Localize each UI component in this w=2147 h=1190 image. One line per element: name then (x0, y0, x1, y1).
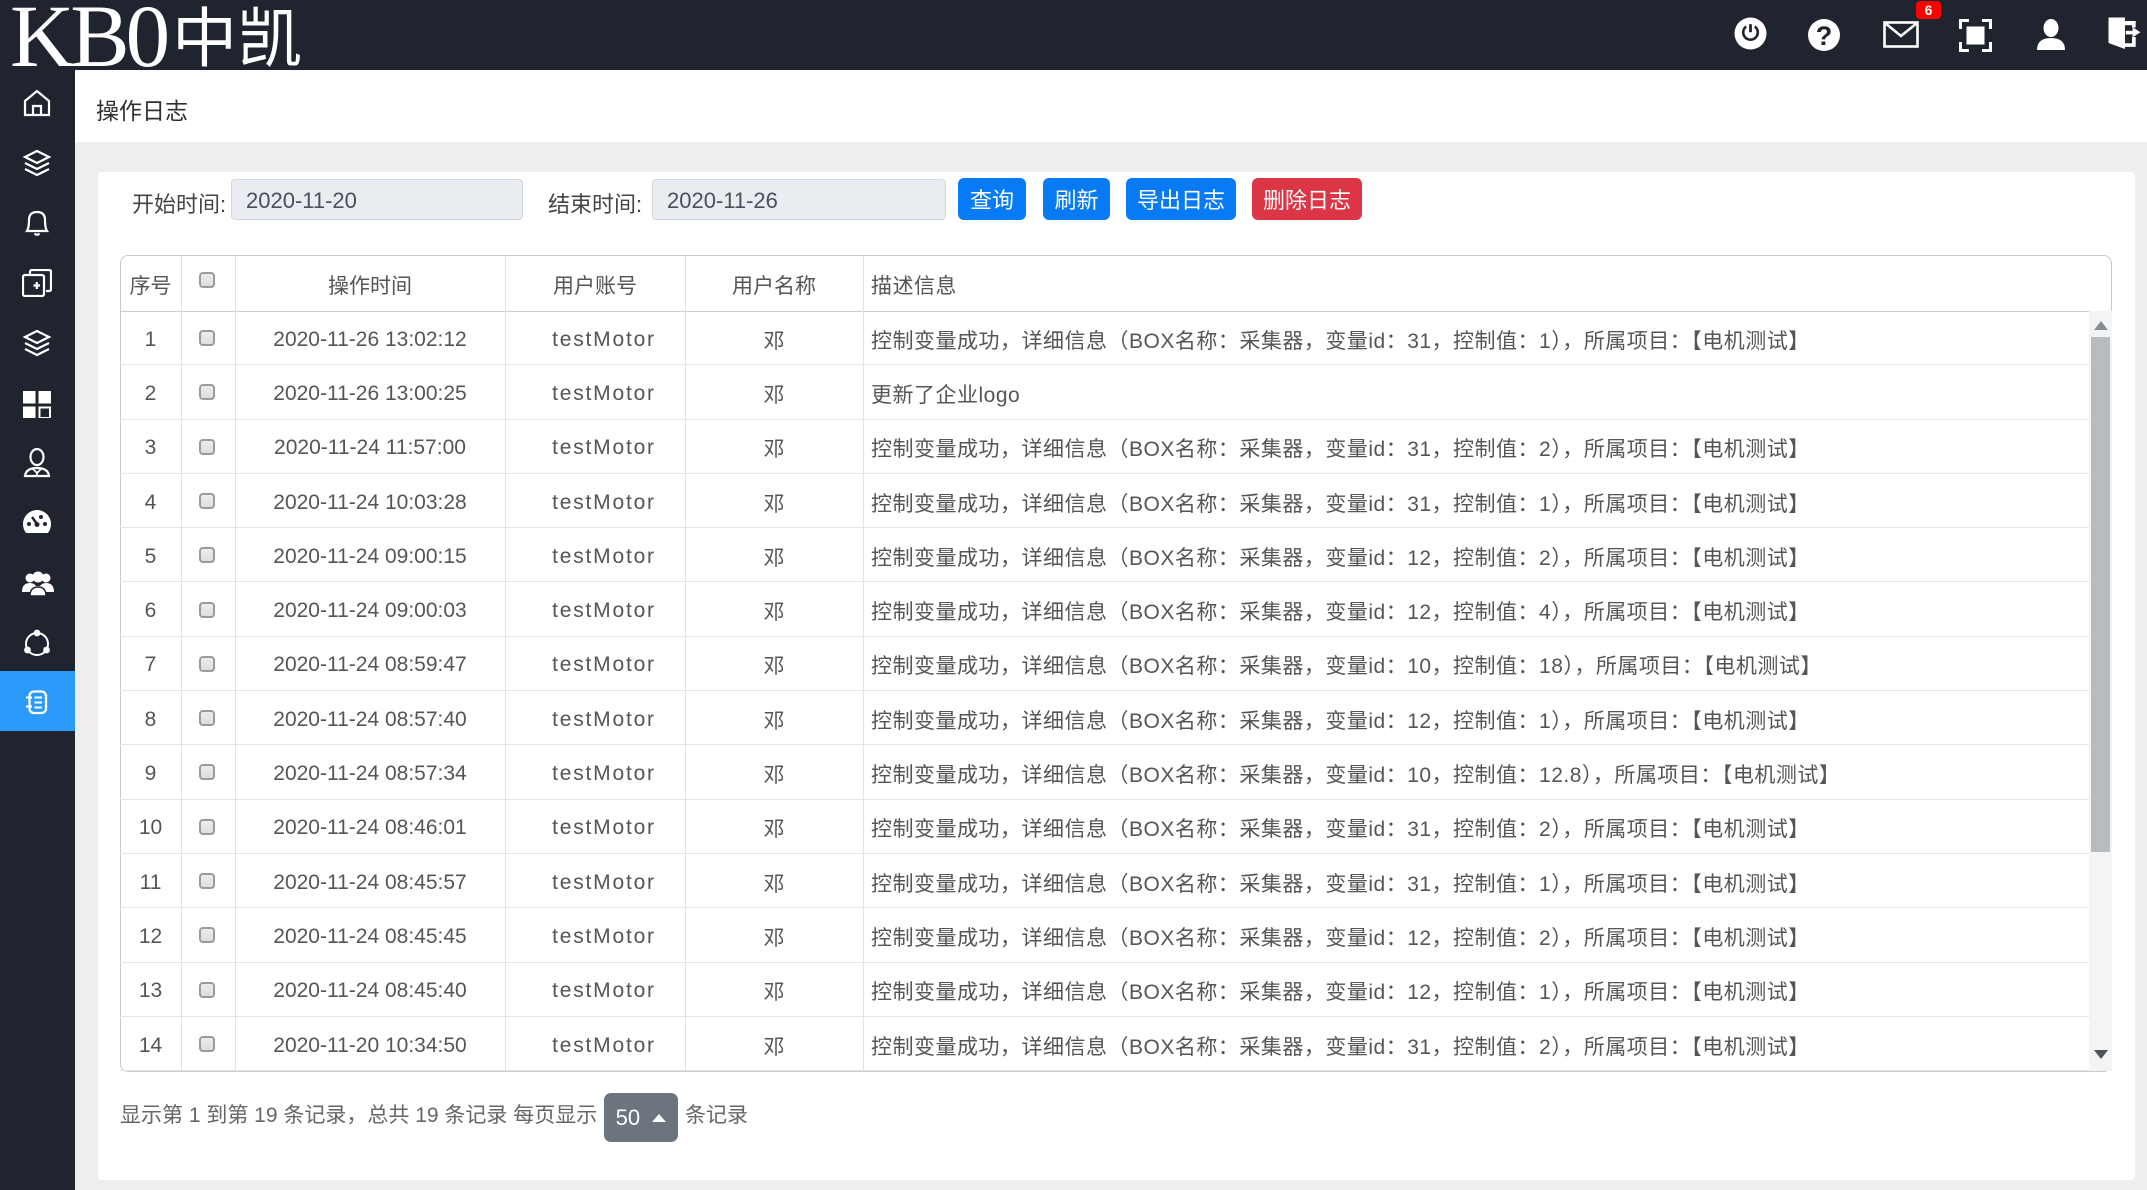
svg-text:?: ? (1816, 21, 1833, 51)
